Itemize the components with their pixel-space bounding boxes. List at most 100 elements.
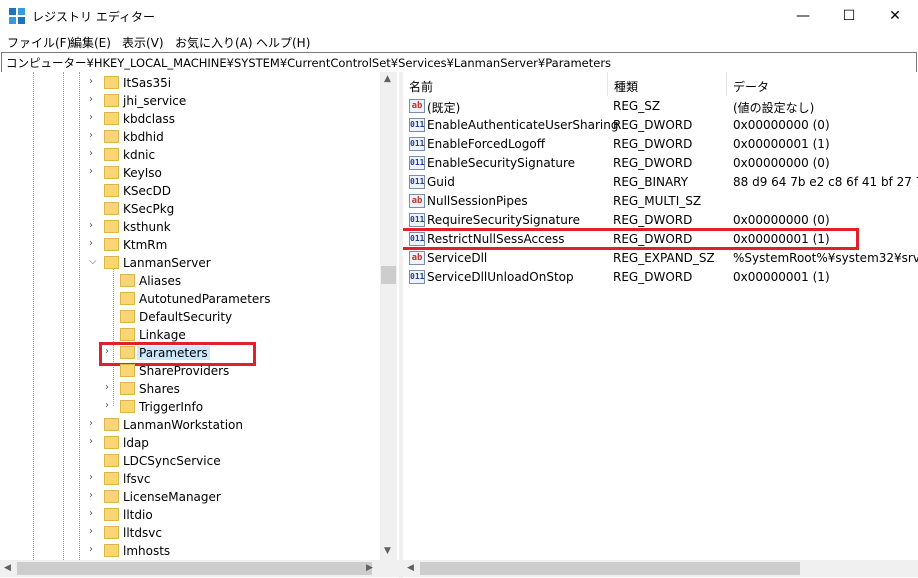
chevron-right-icon[interactable]: ›: [89, 76, 99, 88]
scroll-right-icon[interactable]: ▶: [366, 563, 373, 573]
folder-icon: [104, 238, 119, 251]
tree-item[interactable]: › KtmRm: [0, 236, 378, 254]
close-button[interactable]: ✕: [872, 0, 918, 32]
value-name: ServiceDllUnloadOnStop: [427, 270, 574, 284]
chevron-right-icon[interactable]: ›: [89, 544, 99, 556]
scroll-down-icon[interactable]: ▼: [384, 546, 391, 556]
tree-item[interactable]: DefaultSecurity: [0, 308, 378, 326]
tree-item[interactable]: KSecDD: [0, 182, 378, 200]
tree-item-label: ShareProviders: [139, 364, 230, 378]
tree-item[interactable]: › KeyIso: [0, 164, 378, 182]
tree-item[interactable]: ShareProviders: [0, 362, 378, 380]
value-data: %SystemRoot%¥system32¥srvsvc.d: [733, 251, 918, 265]
value-row[interactable]: ab (既定) REG_SZ (値の設定なし): [403, 97, 918, 116]
chevron-right-icon[interactable]: ›: [89, 220, 99, 232]
tree-item[interactable]: › kbdhid: [0, 128, 378, 146]
binary-value-icon: 011: [409, 137, 425, 151]
chevron-right-icon[interactable]: ›: [89, 472, 99, 484]
value-row[interactable]: ab ServiceDll REG_EXPAND_SZ %SystemRoot%¥sy…: [403, 249, 918, 268]
tree-item-label: lltdio: [123, 508, 153, 522]
chevron-right-icon[interactable]: ›: [89, 418, 99, 430]
tree-item[interactable]: ⌵ LanmanServer: [0, 254, 378, 272]
string-value-icon: ab: [409, 194, 425, 208]
chevron-right-icon[interactable]: ›: [89, 148, 99, 160]
tree-item[interactable]: KSecPkg: [0, 200, 378, 218]
column-header-type[interactable]: 種類: [608, 72, 727, 96]
tree-item-label: lfsvc: [123, 472, 151, 486]
column-header-data-label: データ: [733, 80, 770, 94]
chevron-right-icon[interactable]: ›: [89, 508, 99, 520]
chevron-right-icon[interactable]: ›: [89, 112, 99, 124]
tree-item[interactable]: › jhi_service: [0, 92, 378, 110]
value-row[interactable]: 011 Guid REG_BINARY 88 d9 64 7b e2 c8 6f 41…: [403, 173, 918, 192]
folder-icon: [104, 220, 119, 233]
folder-icon: [104, 94, 119, 107]
value-row[interactable]: 011 EnableSecuritySignature REG_DWORD 0x000…: [403, 154, 918, 173]
chevron-right-icon[interactable]: ›: [89, 166, 99, 178]
folder-icon: [104, 418, 119, 431]
tree-item[interactable]: Aliases: [0, 272, 378, 290]
tree-item-label: LicenseManager: [123, 490, 221, 504]
tree-item[interactable]: › lmhosts: [0, 542, 378, 560]
tree-item[interactable]: › ItSas35i: [0, 74, 378, 92]
values-horizontal-scrollbar[interactable]: ◀: [403, 560, 918, 577]
value-name: Guid: [427, 175, 455, 189]
tree-item[interactable]: AutotunedParameters: [0, 290, 378, 308]
chevron-right-icon[interactable]: ›: [89, 130, 99, 142]
tree-item[interactable]: › lltdio: [0, 506, 378, 524]
chevron-right-icon[interactable]: ›: [89, 526, 99, 538]
tree-item[interactable]: › kdnic: [0, 146, 378, 164]
address-bar[interactable]: コンピューター¥HKEY_LOCAL_MACHINE¥SYSTEM¥Curren…: [1, 52, 917, 73]
column-header-data[interactable]: データ: [727, 72, 918, 96]
chevron-right-icon[interactable]: ›: [105, 382, 115, 394]
tree-item-label: KeyIso: [123, 166, 162, 180]
scroll-left-icon[interactable]: ◀: [4, 563, 11, 573]
tree-item[interactable]: › kbdclass: [0, 110, 378, 128]
tree-item-label: kbdhid: [123, 130, 164, 144]
menu-edit[interactable]: 編集(E): [70, 34, 111, 51]
chevron-right-icon[interactable]: ›: [105, 400, 115, 412]
value-row[interactable]: 011 ServiceDllUnloadOnStop REG_DWORD 0x0000…: [403, 268, 918, 287]
menu-favorites[interactable]: お気に入り(A): [175, 34, 253, 51]
folder-icon: [104, 544, 119, 557]
values-horizontal-scroll-thumb[interactable]: [420, 562, 800, 575]
key-tree-pane[interactable]: › ItSas35i › jhi_service › kbdclass › kbdhid › kd…: [0, 72, 399, 578]
menu-file[interactable]: ファイル(F): [7, 34, 71, 51]
chevron-down-icon[interactable]: ⌵: [89, 256, 99, 268]
minimize-button[interactable]: —: [780, 0, 826, 32]
tree-item[interactable]: › LanmanWorkstation: [0, 416, 378, 434]
menu-help[interactable]: ヘルプ(H): [256, 34, 310, 51]
value-type: REG_SZ: [613, 99, 661, 113]
tree-item[interactable]: › Shares: [0, 380, 378, 398]
chevron-right-icon[interactable]: ›: [89, 436, 99, 448]
value-data: 0x00000001 (1): [733, 137, 830, 151]
chevron-right-icon[interactable]: ›: [89, 94, 99, 106]
tree-item[interactable]: › LicenseManager: [0, 488, 378, 506]
tree-item[interactable]: LDCSyncService: [0, 452, 378, 470]
values-pane[interactable]: 名前 種類 データ ab (既定) REG_SZ (値の設定なし) 011 EnableA…: [403, 72, 918, 578]
tree-item-label: lltdsvc: [123, 526, 162, 540]
tree-item[interactable]: › ldap: [0, 434, 378, 452]
tree-horizontal-scrollbar[interactable]: ◀ ▶: [0, 560, 399, 577]
value-type: REG_MULTI_SZ: [613, 194, 702, 208]
tree-item[interactable]: › TriggerInfo: [0, 398, 378, 416]
folder-icon: [104, 76, 119, 89]
tree-horizontal-scroll-thumb[interactable]: [17, 562, 372, 575]
folder-icon: [120, 328, 135, 341]
tree-item[interactable]: › lltdsvc: [0, 524, 378, 542]
column-header-name[interactable]: 名前: [403, 72, 608, 96]
tree-item-label: Linkage: [139, 328, 186, 342]
value-row[interactable]: 011 EnableAuthenticateUserSharing REG_DWOR…: [403, 116, 918, 135]
chevron-right-icon[interactable]: ›: [89, 238, 99, 250]
scroll-up-icon[interactable]: ▲: [384, 74, 391, 84]
tree-item[interactable]: › ksthunk: [0, 218, 378, 236]
value-row[interactable]: ab NullSessionPipes REG_MULTI_SZ: [403, 192, 918, 211]
scroll-left-icon[interactable]: ◀: [407, 563, 414, 573]
tree-vertical-scrollbar[interactable]: ▲ ▼: [380, 72, 397, 560]
value-row[interactable]: 011 EnableForcedLogoff REG_DWORD 0x00000001…: [403, 135, 918, 154]
tree-vertical-scroll-thumb[interactable]: [381, 266, 396, 284]
maximize-button[interactable]: ☐: [826, 0, 872, 32]
menu-view[interactable]: 表示(V): [122, 34, 164, 51]
tree-item[interactable]: › lfsvc: [0, 470, 378, 488]
chevron-right-icon[interactable]: ›: [89, 490, 99, 502]
